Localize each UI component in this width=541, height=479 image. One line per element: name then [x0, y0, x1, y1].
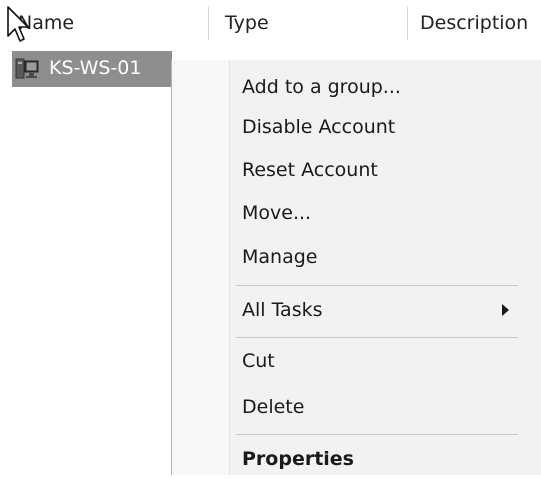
column-divider[interactable]: [407, 6, 408, 40]
menu-separator: [236, 434, 518, 435]
menu-item-label: Disable Account: [242, 116, 396, 138]
menu-item-label: All Tasks: [242, 299, 323, 321]
menu-item-cut[interactable]: Cut: [172, 341, 541, 381]
menu-item-move[interactable]: Move...: [172, 193, 541, 233]
menu-item-label: Cut: [242, 350, 275, 372]
menu-item-all-tasks[interactable]: All Tasks: [172, 290, 541, 330]
menu-item-delete[interactable]: Delete: [172, 387, 541, 427]
menu-item-label: Delete: [242, 396, 305, 418]
column-header-description[interactable]: Description: [420, 11, 528, 35]
context-menu: Add to a group... Disable Account Reset …: [171, 60, 541, 475]
menu-separator: [236, 285, 518, 286]
menu-item-label: Move...: [242, 202, 312, 224]
menu-item-label: Properties: [242, 448, 354, 470]
menu-item-add-to-group[interactable]: Add to a group...: [172, 67, 541, 107]
computer-icon: [15, 58, 39, 79]
menu-item-properties[interactable]: Properties: [172, 439, 541, 479]
column-header-type[interactable]: Type: [225, 11, 269, 35]
column-divider[interactable]: [208, 6, 209, 40]
chevron-right-icon: [502, 304, 509, 316]
row-name-label: KS-WS-01: [49, 57, 142, 79]
mouse-pointer-icon: [7, 6, 29, 42]
menu-separator: [236, 337, 518, 338]
menu-item-disable-account[interactable]: Disable Account: [172, 107, 541, 147]
menu-item-manage[interactable]: Manage: [172, 237, 541, 277]
list-header: Name Type Description: [0, 0, 541, 42]
menu-item-label: Manage: [242, 246, 318, 268]
menu-item-reset-account[interactable]: Reset Account: [172, 150, 541, 190]
menu-item-label: Add to a group...: [242, 76, 401, 98]
menu-item-label: Reset Account: [242, 159, 378, 181]
